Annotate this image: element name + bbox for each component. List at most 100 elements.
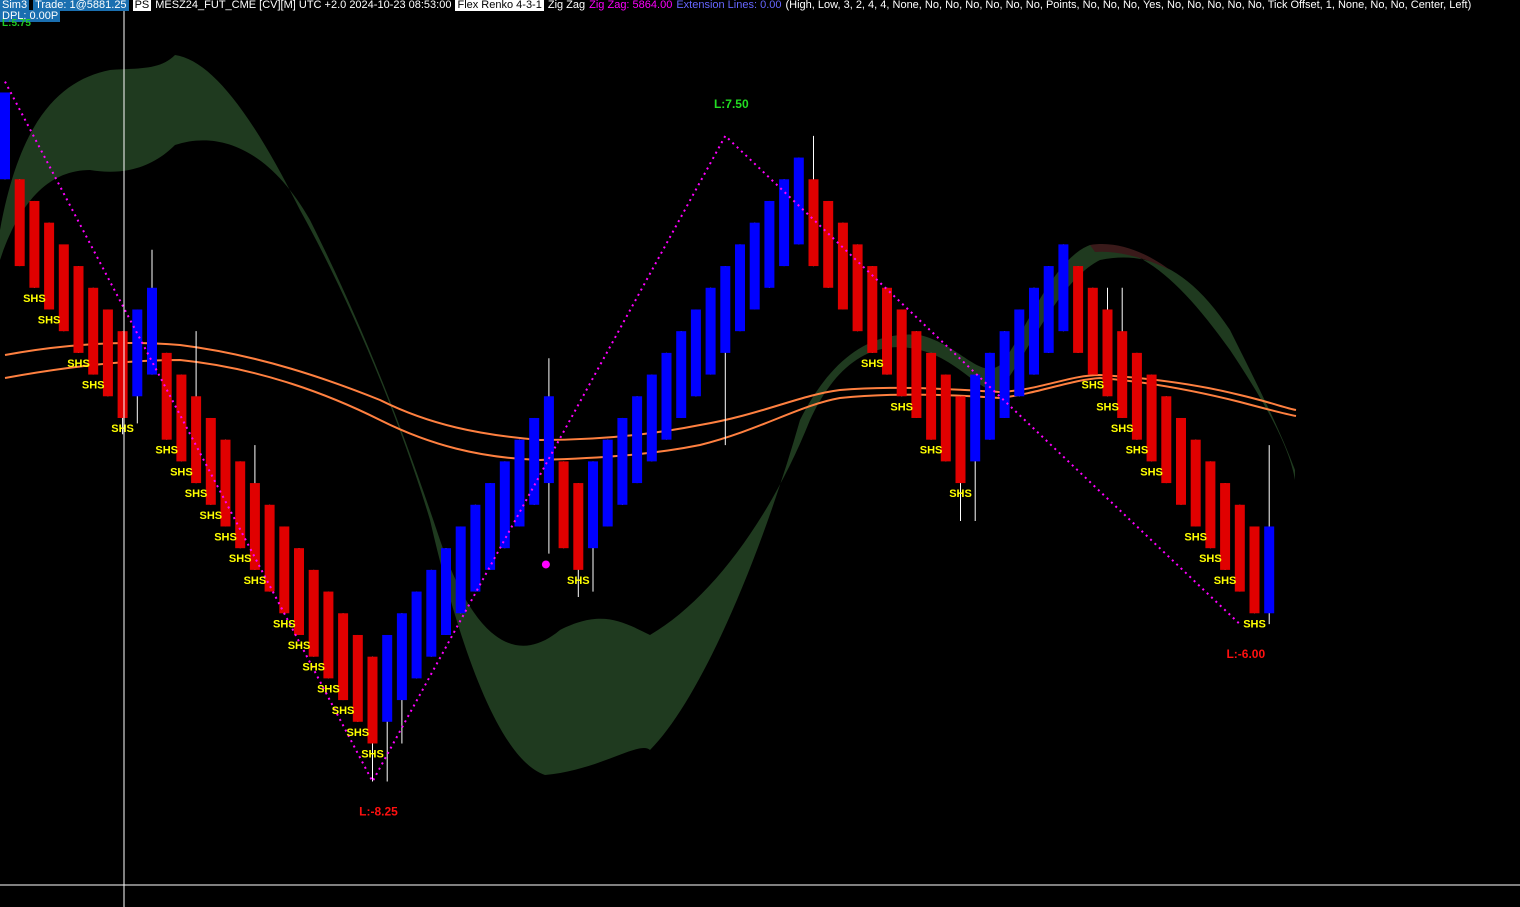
zigzag-level-label: L:-8.25	[359, 804, 398, 818]
brick-down	[558, 461, 569, 549]
brick-up	[764, 200, 775, 288]
brick-down	[1190, 439, 1201, 527]
shs-label: SHS	[1184, 531, 1207, 543]
brick-up	[588, 461, 598, 549]
brick-up	[602, 439, 613, 527]
indicator-params: (High, Low, 3, 2, 4, 4, None, No, No, No…	[785, 0, 1472, 11]
shs-label: SHS	[214, 531, 237, 543]
brick-down	[29, 200, 40, 288]
brick-up	[543, 396, 554, 484]
brick-up	[646, 374, 657, 462]
brick-down	[14, 179, 25, 267]
shs-label: SHS	[229, 553, 252, 565]
brick-up	[455, 526, 466, 614]
zigzag-level-label: L:-6.00	[1226, 647, 1265, 661]
shs-label: SHS	[38, 314, 61, 326]
brick-up	[1043, 266, 1054, 353]
brick-up	[499, 461, 510, 549]
brick-down	[1087, 287, 1098, 375]
shs-label: SHS	[273, 618, 296, 630]
top-level-label: L:5.75	[2, 18, 31, 29]
brick-down	[279, 526, 290, 614]
brick-up	[411, 591, 422, 679]
shs-label: SHS	[332, 705, 355, 717]
shs-label: SHS	[111, 423, 134, 435]
price-chart[interactable]: L:-8.25 L:7.50 L:-6.00 SHS SHS SHS SHS SHS SHS S…	[0, 0, 1520, 907]
brick-up	[529, 417, 540, 505]
shs-label: SHS	[170, 466, 193, 478]
shs-label: SHS	[346, 727, 369, 739]
brick-up	[632, 396, 643, 484]
brick-down	[117, 331, 128, 418]
chart-header: Sim3 Trade: 1@5881.25 PS MESZ24_FUT_CME [CV…	[0, 0, 1475, 11]
shs-label: SHS	[67, 358, 90, 370]
brick-up	[441, 548, 451, 635]
brick-up	[470, 504, 481, 592]
brick-up	[396, 613, 407, 701]
indicator-name: Zig Zag	[547, 0, 586, 11]
brick-up	[1029, 287, 1039, 375]
shs-label: SHS	[82, 380, 105, 392]
brick-up	[705, 287, 716, 375]
brick-down	[73, 266, 84, 353]
shs-label: SHS	[1214, 575, 1237, 587]
bar-type-label[interactable]: Flex Renko 4-3-1	[455, 0, 544, 11]
shs-label: SHS	[1199, 553, 1222, 565]
brick-down	[808, 179, 819, 267]
shs-label: SHS	[1140, 466, 1163, 478]
brick-down	[837, 222, 848, 310]
shs-label: SHS	[890, 401, 913, 413]
brick-up	[676, 331, 687, 418]
brick-down	[1176, 417, 1186, 505]
brick-up	[514, 439, 525, 527]
shs-label: SHS	[1111, 423, 1134, 435]
shs-label: SHS	[361, 748, 384, 760]
shs-label: SHS	[185, 488, 208, 500]
shs-label: SHS	[155, 445, 178, 457]
ps-badge[interactable]: PS	[132, 0, 152, 11]
brick-up	[617, 417, 628, 505]
brick-down	[926, 352, 937, 440]
brick-up	[984, 352, 995, 440]
brick-up	[1264, 526, 1275, 614]
shs-label: SHS	[1081, 380, 1104, 392]
brick-up	[1058, 244, 1069, 332]
shs-label: SHS	[1243, 618, 1266, 630]
brick-up	[1014, 309, 1025, 397]
shs-label: SHS	[1126, 445, 1149, 457]
shs-label: SHS	[317, 683, 340, 695]
shs-label: SHS	[244, 575, 267, 587]
shs-label: SHS	[1096, 401, 1119, 413]
brick-up	[661, 352, 672, 440]
shs-label: SHS	[288, 640, 311, 652]
shs-label: SHS	[949, 488, 972, 500]
shs-label: SHS	[861, 358, 884, 370]
brick-down	[573, 483, 584, 570]
brick-down	[1249, 526, 1260, 614]
brick-up	[485, 483, 496, 570]
instrument-label: MESZ24_FUT_CME [CV][M] UTC +2.0 2024-10-…	[155, 0, 452, 11]
brick-up	[999, 331, 1010, 418]
brick-up	[690, 309, 701, 397]
shs-label: SHS	[920, 445, 943, 457]
shs-label: SHS	[199, 510, 222, 522]
brick-up	[426, 569, 437, 657]
brick-down	[867, 266, 878, 353]
brick-up	[0, 92, 10, 180]
brick-up	[749, 222, 760, 310]
brick-up	[970, 374, 981, 462]
brick-down	[852, 244, 863, 332]
brick-up	[147, 287, 157, 375]
extension-lines: Extension Lines: 0.00	[676, 0, 782, 11]
signal-marker	[541, 560, 550, 569]
brick-down	[955, 396, 966, 484]
brick-down	[823, 200, 834, 288]
zigzag-value: Zig Zag: 5864.00	[589, 0, 673, 11]
brick-down	[1073, 266, 1084, 353]
brick-down	[896, 309, 907, 397]
brick-up	[382, 634, 393, 722]
brick-up	[720, 266, 731, 353]
brick-up	[779, 179, 790, 267]
brick-up	[735, 244, 745, 332]
zigzag-level-label: L:7.50	[714, 97, 749, 111]
